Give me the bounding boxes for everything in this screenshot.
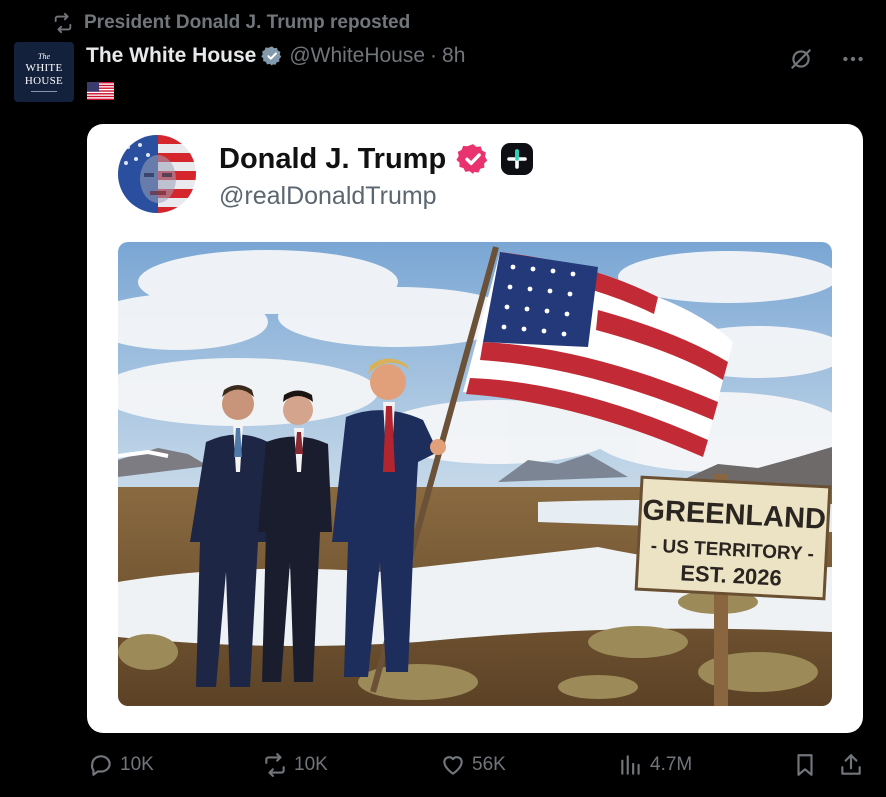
post-header: The White House @WhiteHouse · 8h (86, 44, 465, 68)
views-button[interactable]: 4.7M (618, 752, 692, 778)
embedded-name[interactable]: Donald J. Trump (219, 143, 446, 176)
views-count: 4.7M (650, 754, 693, 775)
share-button[interactable] (838, 752, 864, 778)
reply-count: 10K (120, 754, 154, 775)
sign-line-3: EST. 2026 (680, 560, 783, 590)
author-avatar[interactable]: The WHITE HOUSE (14, 42, 74, 102)
us-flag-emoji (87, 82, 114, 100)
avatar-divider (31, 90, 57, 92)
action-bar: 10K 10K 56K 4.7M (0, 752, 886, 784)
gray-verified-icon[interactable] (261, 45, 283, 67)
top-actions (788, 46, 866, 72)
pink-verified-icon[interactable] (456, 142, 490, 176)
reply-button[interactable]: 10K (88, 752, 154, 778)
bookmark-icon (792, 752, 818, 778)
separator-dot: · (430, 44, 438, 67)
avatar-line-1: The (38, 51, 50, 61)
repost-context[interactable]: President Donald J. Trump reposted (52, 12, 410, 34)
grok-icon[interactable] (788, 46, 814, 72)
embedded-post-card[interactable]: Donald J. Trump @realDonaldTrump GREENLA… (87, 124, 863, 733)
heart-icon (440, 752, 466, 778)
bookmark-button[interactable] (792, 752, 818, 778)
repost-count: 10K (294, 754, 328, 775)
avatar-line-3: HOUSE (24, 74, 64, 87)
post-time[interactable]: 8h (442, 44, 465, 68)
author-name[interactable]: The White House (86, 44, 256, 68)
repost-action-icon (262, 752, 288, 778)
reply-icon (88, 752, 114, 778)
share-icon (838, 752, 864, 778)
author-handle[interactable]: @WhiteHouse (289, 44, 425, 68)
repost-button[interactable]: 10K (262, 752, 328, 778)
embedded-name-row: Donald J. Trump (219, 142, 534, 176)
plus-badge-icon[interactable] (500, 142, 534, 176)
embedded-handle[interactable]: @realDonaldTrump (219, 182, 437, 211)
repost-text: President Donald J. Trump reposted (84, 12, 411, 33)
repost-icon (52, 12, 74, 34)
more-icon[interactable] (840, 46, 866, 72)
post-image[interactable]: GREENLAND - US TERRITORY - EST. 2026 (118, 242, 832, 706)
avatar-line-2: WHITE (25, 61, 63, 74)
views-icon (618, 752, 644, 778)
like-button[interactable]: 56K (440, 752, 506, 778)
like-count: 56K (472, 754, 506, 775)
embedded-avatar[interactable] (118, 135, 196, 213)
